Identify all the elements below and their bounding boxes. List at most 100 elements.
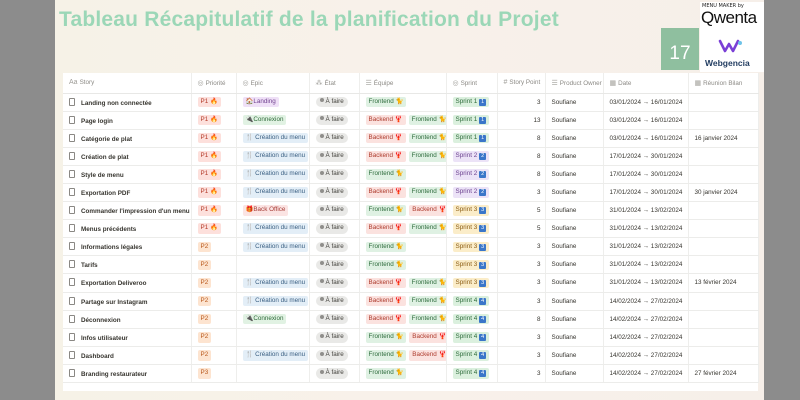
- epic-cell[interactable]: 🍴 Création du menu: [236, 273, 310, 293]
- state-cell[interactable]: À faire: [309, 165, 360, 184]
- story-point-cell[interactable]: 13: [497, 111, 546, 130]
- priority-cell[interactable]: P1 🔥: [191, 183, 237, 203]
- sprint-cell[interactable]: Sprint 33: [446, 255, 498, 275]
- sprint-cell[interactable]: Sprint 44: [446, 346, 498, 365]
- story-cell[interactable]: Informations légales: [63, 237, 192, 257]
- story-cell[interactable]: Création de plat: [63, 147, 192, 166]
- review-date-cell[interactable]: [688, 310, 759, 329]
- review-date-cell[interactable]: 27 février 2024: [688, 364, 759, 384]
- table-row[interactable]: Catégorie de plat P1 🔥 🍴 Création du menu À…: [63, 129, 759, 148]
- story-title[interactable]: Catégorie de plat: [81, 136, 132, 143]
- epic-cell[interactable]: 🍴 Création du menu: [236, 219, 310, 239]
- review-date-cell[interactable]: [688, 292, 759, 311]
- team-cell[interactable]: Frontend 🐈 Backend 🦞: [359, 328, 447, 347]
- state-cell[interactable]: À faire: [309, 310, 360, 329]
- story-point-cell[interactable]: 5: [497, 201, 546, 221]
- epic-cell[interactable]: 🍴 Création du menu: [236, 165, 310, 184]
- story-cell[interactable]: Exportation Deliveroo: [63, 273, 192, 293]
- table-row[interactable]: Style de menu P1 🔥 🍴 Création du menu À fai…: [63, 165, 759, 184]
- story-point-cell[interactable]: 3: [497, 273, 546, 293]
- review-date-cell[interactable]: 16 janvier 2024: [688, 129, 759, 148]
- story-cell[interactable]: Partage sur Instagram: [63, 292, 192, 311]
- story-title[interactable]: Style de menu: [81, 172, 124, 179]
- table-row[interactable]: Commander l'impression d'un menu P1 🔥 🎁Bac…: [63, 201, 759, 221]
- review-date-cell[interactable]: [688, 219, 759, 239]
- story-point-cell[interactable]: 8: [497, 165, 546, 184]
- product-owner-cell[interactable]: Soufiane: [545, 292, 604, 311]
- story-title[interactable]: Page login: [81, 118, 113, 125]
- product-owner-cell[interactable]: Soufiane: [545, 147, 604, 166]
- story-title[interactable]: Partage sur Instagram: [81, 299, 148, 306]
- story-title[interactable]: Landing non connectée: [81, 100, 152, 107]
- epic-cell[interactable]: 🍴 Création du menu: [236, 346, 310, 365]
- sprint-cell[interactable]: Sprint 11: [446, 111, 498, 130]
- date-cell[interactable]: 14/02/2024 → 27/02/2024: [603, 328, 689, 347]
- story-title[interactable]: Informations légales: [81, 244, 142, 251]
- sprint-cell[interactable]: Sprint 33: [446, 219, 498, 239]
- story-cell[interactable]: Branding restaurateur: [63, 364, 192, 384]
- date-cell[interactable]: 31/01/2024 → 13/02/2024: [603, 237, 689, 257]
- table-row[interactable]: Déconnexion P2 🔌Connexion À faire Backend 🦞 F…: [63, 310, 759, 329]
- story-cell[interactable]: Tarifs: [63, 255, 192, 275]
- story-title[interactable]: Commander l'impression d'un menu: [81, 208, 190, 215]
- epic-cell[interactable]: 🔌Connexion: [236, 111, 310, 130]
- table-row[interactable]: Page login P1 🔥 🔌Connexion À faire Backend 🦞…: [63, 111, 759, 130]
- date-cell[interactable]: 14/02/2024 → 27/02/2024: [603, 292, 689, 311]
- story-point-cell[interactable]: 3: [497, 93, 546, 112]
- priority-cell[interactable]: P2: [191, 273, 237, 293]
- team-cell[interactable]: Frontend 🐈: [359, 364, 447, 384]
- priority-cell[interactable]: P1 🔥: [191, 219, 237, 239]
- date-cell[interactable]: 31/01/2024 → 13/02/2024: [603, 255, 689, 275]
- team-cell[interactable]: Frontend 🐈: [359, 93, 447, 112]
- product-owner-cell[interactable]: Soufiane: [545, 346, 604, 365]
- table-row[interactable]: Partage sur Instagram P2 🍴 Création du men…: [63, 292, 759, 311]
- date-cell[interactable]: 14/02/2024 → 27/02/2024: [603, 310, 689, 329]
- table-row[interactable]: Exportation Deliveroo P2 🍴 Création du men…: [63, 273, 759, 293]
- column-header-epic[interactable]: ◎ Epic: [236, 73, 310, 94]
- product-owner-cell[interactable]: Soufiane: [545, 111, 604, 130]
- date-cell[interactable]: 17/01/2024 → 30/01/2024: [603, 147, 689, 166]
- column-header-story[interactable]: Aa Story: [63, 73, 192, 94]
- product-owner-cell[interactable]: Soufiane: [545, 364, 604, 384]
- story-cell[interactable]: Commander l'impression d'un menu: [63, 201, 192, 221]
- team-cell[interactable]: Backend 🦞 Frontend 🐈: [359, 183, 447, 203]
- priority-cell[interactable]: P1 🔥: [191, 93, 237, 112]
- sprint-cell[interactable]: Sprint 22: [446, 183, 498, 203]
- story-point-cell[interactable]: 3: [497, 183, 546, 203]
- state-cell[interactable]: À faire: [309, 147, 360, 166]
- state-cell[interactable]: À faire: [309, 93, 360, 112]
- priority-cell[interactable]: P2: [191, 346, 237, 365]
- priority-cell[interactable]: P1 🔥: [191, 165, 237, 184]
- column-header-product-owner[interactable]: ☰ Product Owner: [545, 73, 604, 94]
- column-header-equipe[interactable]: ☰ Équipe: [359, 73, 447, 94]
- sprint-cell[interactable]: Sprint 33: [446, 273, 498, 293]
- epic-cell[interactable]: 🍴 Création du menu: [236, 237, 310, 257]
- sprint-cell[interactable]: Sprint 44: [446, 328, 498, 347]
- story-title[interactable]: Exportation Deliveroo: [81, 280, 146, 287]
- epic-cell[interactable]: 🍴 Création du menu: [236, 183, 310, 203]
- product-owner-cell[interactable]: Soufiane: [545, 165, 604, 184]
- story-point-cell[interactable]: 3: [497, 237, 546, 257]
- team-cell[interactable]: Frontend 🐈: [359, 237, 447, 257]
- table-row[interactable]: Informations légales P2 🍴 Création du menu…: [63, 237, 759, 257]
- product-owner-cell[interactable]: Soufiane: [545, 237, 604, 257]
- date-cell[interactable]: 17/01/2024 → 30/01/2024: [603, 183, 689, 203]
- state-cell[interactable]: À faire: [309, 219, 360, 239]
- epic-cell[interactable]: [236, 364, 310, 384]
- team-cell[interactable]: Backend 🦞 Frontend 🐈: [359, 219, 447, 239]
- team-cell[interactable]: Frontend 🐈 Backend 🦞: [359, 346, 447, 365]
- story-cell[interactable]: Page login: [63, 111, 192, 130]
- story-cell[interactable]: Landing non connectée: [63, 93, 192, 112]
- sprint-cell[interactable]: Sprint 44: [446, 364, 498, 384]
- column-header-reunion-bilan[interactable]: ▦ Réunion Bilan: [688, 73, 759, 94]
- story-cell[interactable]: Déconnexion: [63, 310, 192, 329]
- review-date-cell[interactable]: [688, 328, 759, 347]
- product-owner-cell[interactable]: Soufiane: [545, 273, 604, 293]
- table-row[interactable]: Infos utilisateur P2 À faire Frontend 🐈 Back…: [63, 328, 759, 347]
- sprint-cell[interactable]: Sprint 11: [446, 93, 498, 112]
- date-cell[interactable]: 03/01/2024 → 16/01/2024: [603, 111, 689, 130]
- team-cell[interactable]: Backend 🦞 Frontend 🐈: [359, 310, 447, 329]
- story-point-cell[interactable]: 3: [497, 328, 546, 347]
- table-row[interactable]: Création de plat P1 🔥 🍴 Création du menu À …: [63, 147, 759, 166]
- team-cell[interactable]: Backend 🦞 Frontend 🐈: [359, 292, 447, 311]
